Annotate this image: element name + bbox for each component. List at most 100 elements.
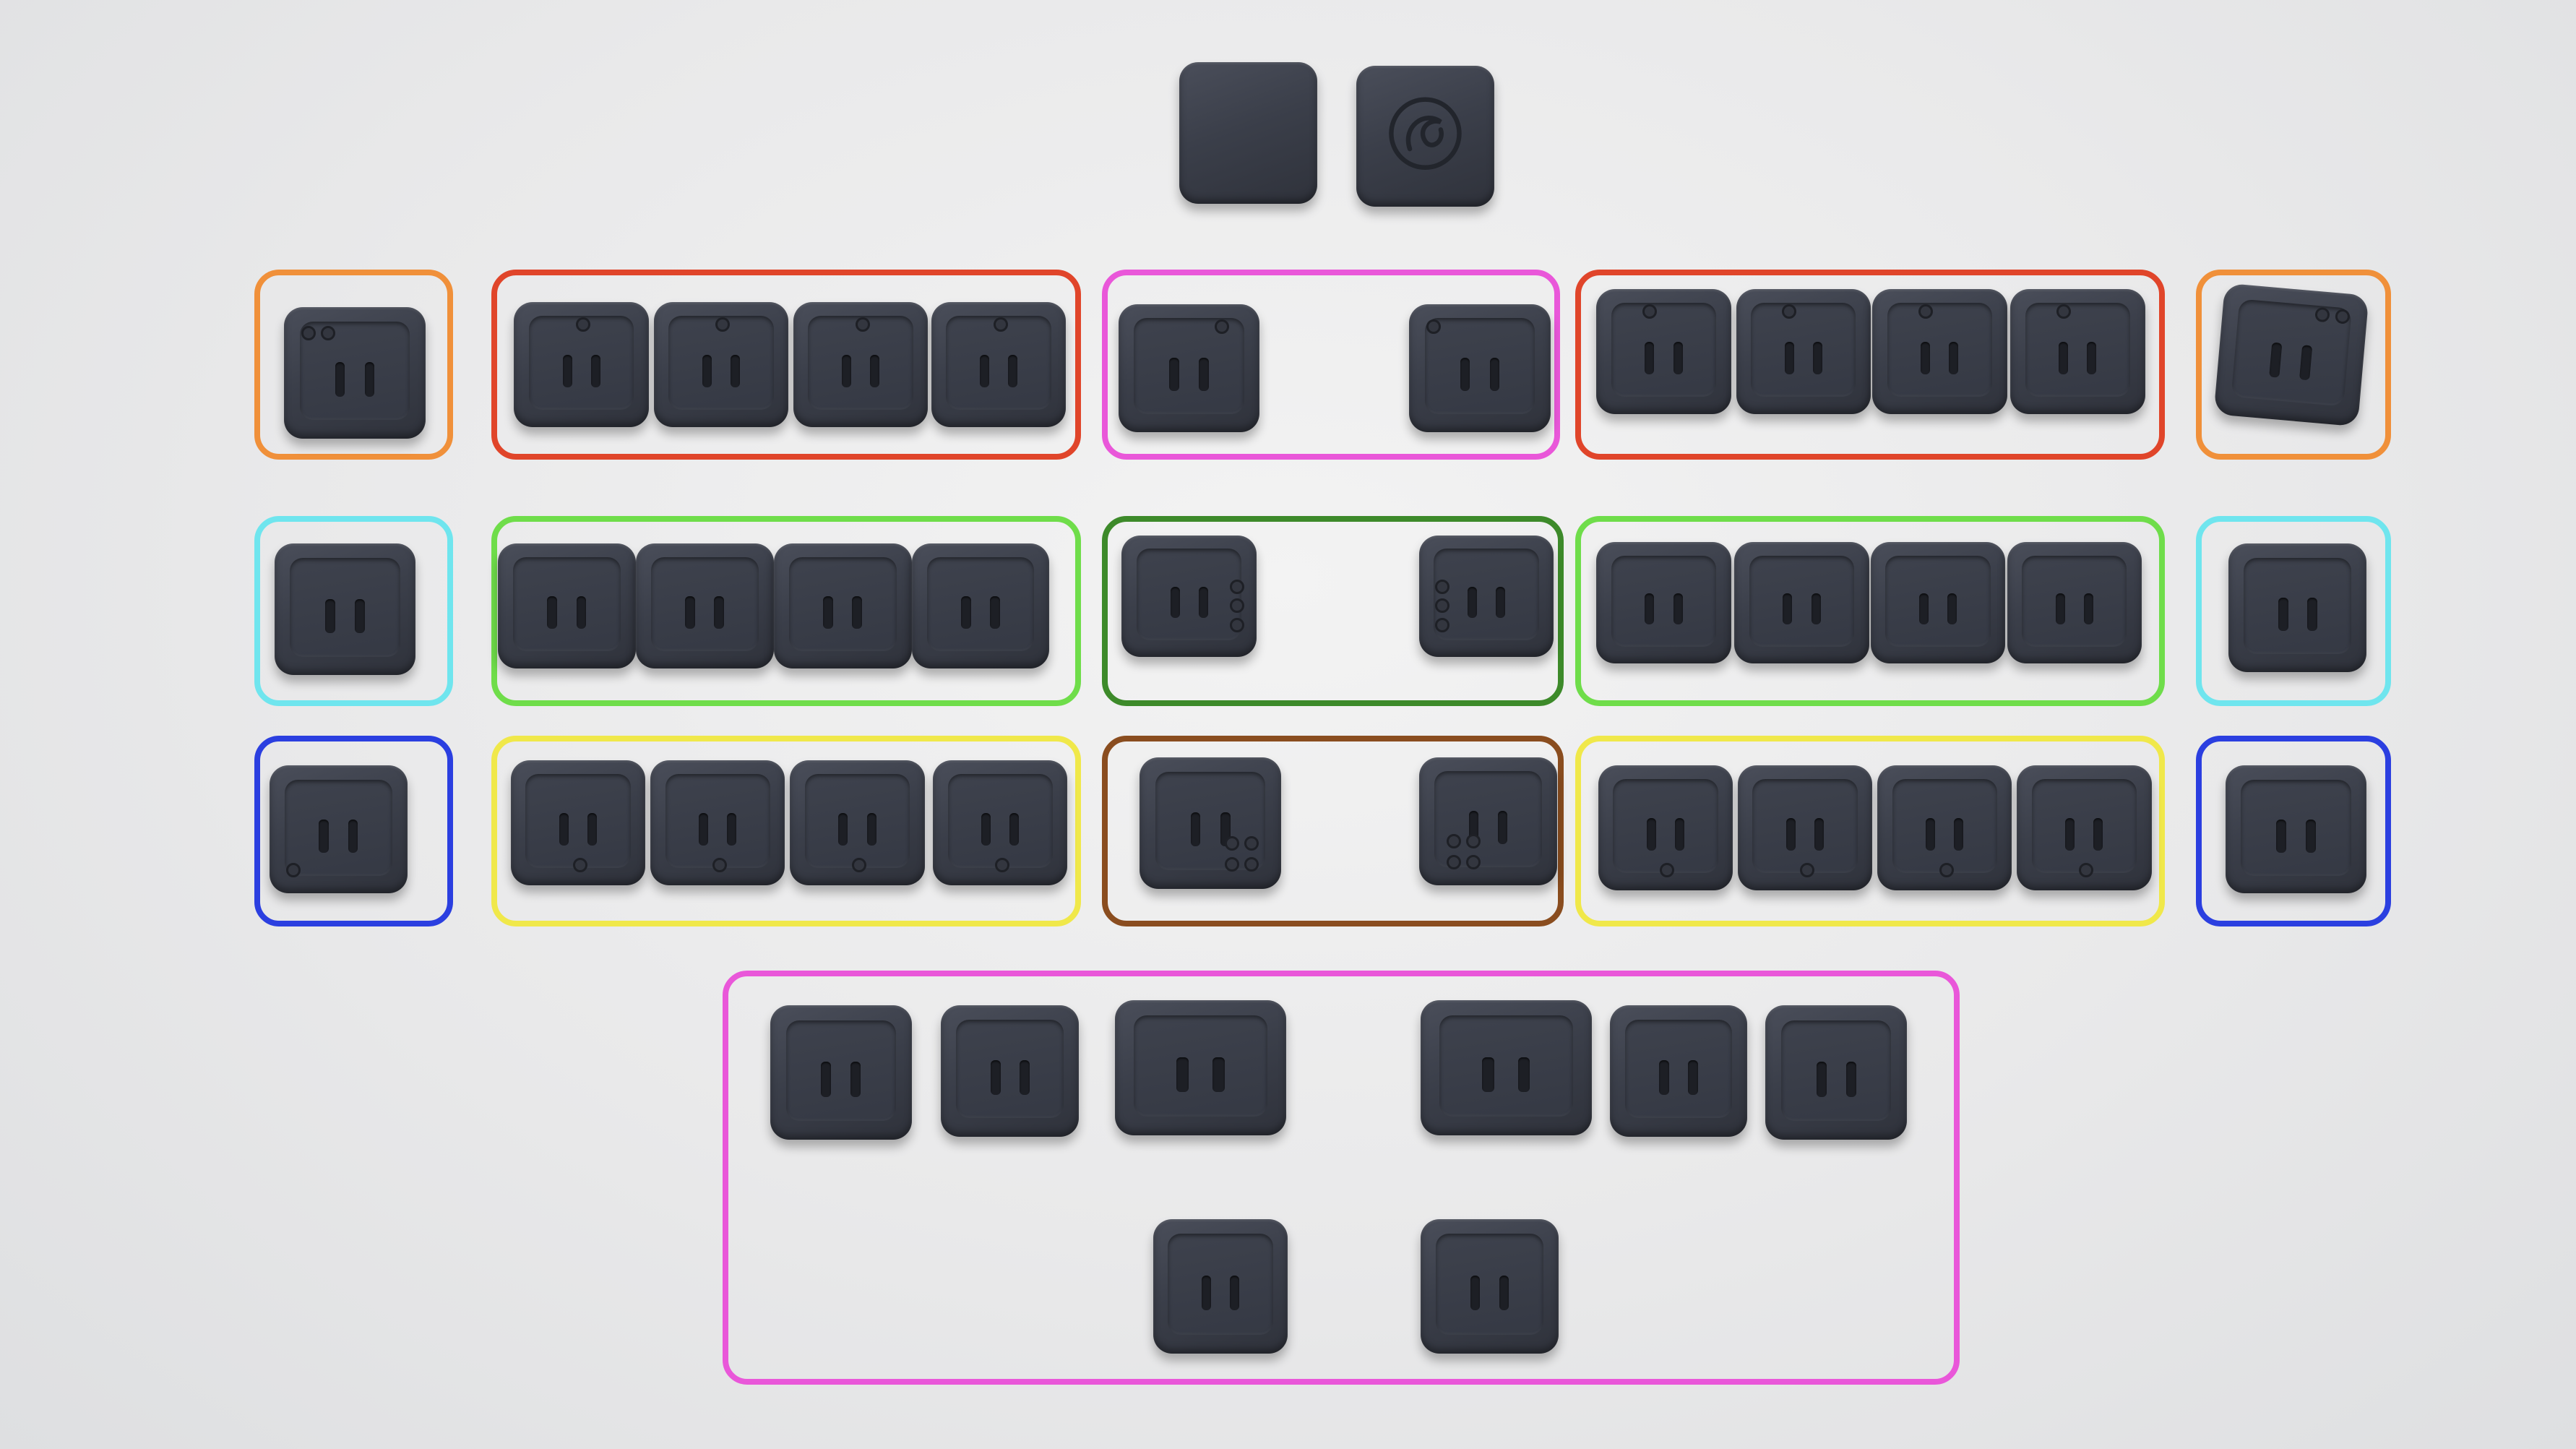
stem-hole [319,819,329,853]
stem-hole [1020,1060,1030,1095]
homing-dot-icon [1214,319,1229,334]
keycap [2213,283,2369,427]
stem-hole [991,1060,1001,1095]
keycap [1734,542,1869,664]
stem-hole [1646,817,1656,851]
keycap-dish [1168,1234,1273,1335]
keycap-dish [284,779,392,876]
keycap [635,543,774,669]
homing-dot-icon [994,858,1009,873]
stem-hole [1169,357,1179,392]
stem-hole [1812,341,1822,374]
stem-hole [2083,593,2093,625]
stem-hole [1489,357,1500,392]
keycap-dish [2244,557,2352,654]
stem-hole [852,595,862,629]
homing-dot-icon [1224,857,1239,872]
stem-hole [1199,357,1209,392]
homing-dot-icon [852,858,867,873]
stem-hole [1198,586,1208,619]
keycap [1118,304,1260,432]
stem-hole [702,354,712,387]
keycap-dish [1434,771,1542,868]
keycap-dish [299,322,410,421]
keycap [933,760,1068,886]
stem-hole [2059,341,2069,374]
keycap [931,302,1067,427]
stem-hole [1499,1275,1509,1311]
keycap [1736,289,1871,414]
keycap [274,543,416,676]
keycap [790,760,925,886]
keycap [773,543,912,669]
stem-hole [2087,341,2097,374]
keycap-dish [650,557,759,651]
keycap [2228,543,2367,672]
stem-hole [1212,1057,1225,1092]
homing-dot-icon [1642,304,1657,319]
homing-dot-icon [2056,304,2071,319]
keycap-dish [665,774,770,868]
homing-dot-icon [1435,579,1450,594]
keycap-dish [788,557,897,651]
homing-dot-icon [1224,835,1239,851]
homing-dot-icon [1229,618,1244,633]
keycap [793,302,929,427]
keycap [497,543,636,669]
stem-hole [714,595,724,629]
keycap-dish [804,774,910,868]
stem-hole [364,362,375,397]
stem-hole [1497,811,1508,845]
stem-hole [1784,341,1794,374]
homing-dot-icon [855,317,870,332]
keycap-thumb [1765,1005,1907,1140]
keycap-dish [1624,1020,1733,1119]
stem-hole [1954,817,1964,851]
keycap [1140,757,1281,889]
stem-hole [587,812,598,846]
keycap-dish [1611,555,1717,647]
homing-dot-icon [1465,834,1481,849]
stem-hole [562,354,572,387]
stem-hole [2278,597,2288,631]
stem-hole [1517,1057,1530,1092]
stem-hole [559,812,569,846]
keycap-dish [512,557,621,651]
keycap-dish [1436,1234,1544,1335]
keycap-dish [1611,303,1717,397]
keycap-thumb [770,1005,912,1140]
keycap [2017,765,2152,890]
stem-hole [979,354,989,387]
stem-hole [1673,593,1683,625]
keycap-dish [1613,779,1718,873]
stem-hole [1176,1057,1189,1092]
stem-hole [1816,1062,1827,1097]
stem-hole [1482,1057,1494,1092]
stem-hole [1949,341,1959,374]
stem-hole [1921,341,1931,374]
keycap-dish [926,557,1035,651]
stem-hole [1645,593,1655,625]
stem-hole [1688,1060,1698,1095]
keycap [653,302,789,427]
keycap [284,307,426,439]
homing-dot-icon [1229,579,1244,594]
keycap-dish [785,1020,896,1122]
stem-hole [1673,341,1683,374]
keycap [510,760,646,886]
stem-hole [1460,357,1470,392]
keycap [1596,289,1731,414]
keycap-dish [1155,771,1266,871]
stem-hole [1814,817,1825,851]
stem-hole [1201,1275,1211,1311]
keycap-thumb [941,1005,1080,1137]
stem-hole [1170,586,1180,619]
keycap-thumb-wide [1115,1000,1286,1135]
stem-hole [348,819,358,853]
keycap [2007,542,2142,664]
keycap-dish [290,558,400,657]
stem-hole [1926,817,1936,851]
stem-hole [727,812,737,846]
homing-dot-icon [1939,862,1954,877]
keycap [2225,765,2367,894]
